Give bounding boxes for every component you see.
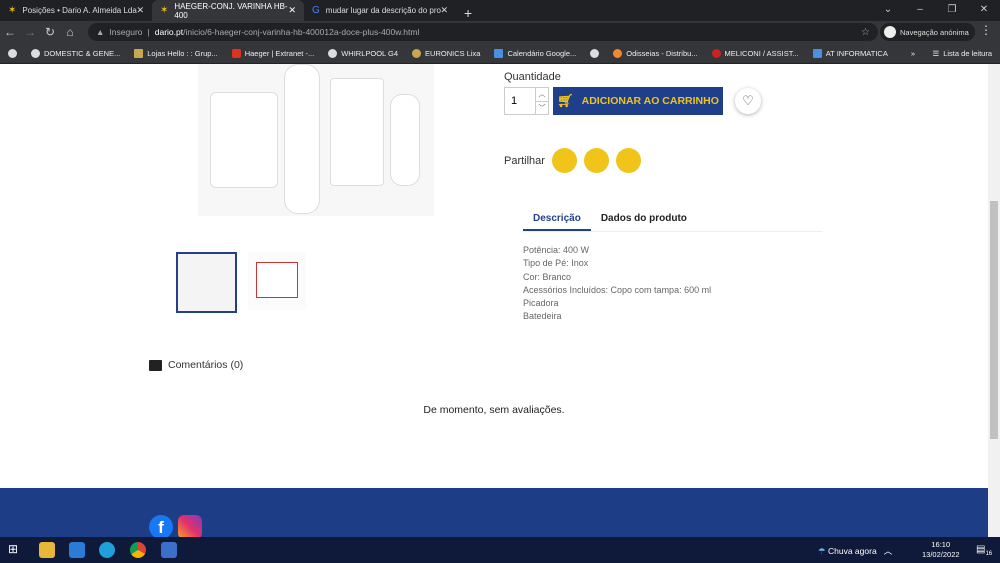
google-favicon-icon: G (312, 5, 320, 16)
app-icon[interactable] (161, 542, 177, 558)
quantity-stepper[interactable]: 1 ︿ ﹀ (504, 87, 549, 115)
scrollbar-thumb[interactable] (990, 201, 998, 439)
scrollbar[interactable] (988, 64, 1000, 537)
product-thumbnail[interactable] (248, 252, 306, 310)
tab-descricao[interactable]: Descrição (523, 208, 591, 231)
browser-toolbar: ← → ↻ ⌂ ▲ Inseguro | dario.pt/inicio/6-ha… (0, 21, 1000, 43)
edge-icon[interactable] (99, 542, 115, 558)
umbrella-icon: ☂ (818, 546, 826, 556)
share-pinterest-button[interactable] (615, 148, 641, 173)
browser-tab[interactable]: ✶ Posições • Dario A. Almeida Lda ✕ (0, 0, 152, 21)
bookmark[interactable]: MELICONI / ASSIST... (711, 48, 799, 58)
incognito-icon (884, 26, 896, 38)
bookmark-star-icon[interactable]: ☆ (861, 27, 870, 38)
menu-icon[interactable]: ⋮ (980, 23, 992, 37)
bookmark[interactable]: Odisseias - Distribu... (613, 48, 698, 58)
close-tab-icon[interactable]: ✕ (288, 5, 296, 16)
product-description: Potência: 400 W Tipo de Pé: Inox Cor: Br… (523, 245, 712, 322)
chrome-icon[interactable] (130, 542, 146, 558)
browser-tab-active[interactable]: ✶ HAEGER-CONJ. VARINHA HB-400 ✕ (152, 0, 304, 21)
bookmark[interactable]: AT INFORMATICA (812, 48, 888, 58)
bookmark[interactable]: Lojas Hello : : Grup... (134, 48, 218, 58)
close-tab-icon[interactable]: ✕ (136, 5, 144, 16)
share-twitter-button[interactable] (583, 148, 609, 173)
bookmarks-bar: DOMESTIC & GENE... Lojas Hello : : Grup.… (0, 43, 1000, 64)
bookmark[interactable]: WHIRLPOOL G4 (328, 48, 398, 58)
notifications-button[interactable]: ▤16 (976, 544, 992, 557)
browser-tab[interactable]: Gmudar lugar da descrição do pro ✕ (304, 0, 456, 21)
back-button[interactable]: ← (0, 25, 20, 39)
close-window-button[interactable]: ✕ (968, 0, 1000, 20)
no-reviews-text: De momento, sem avaliações. (423, 404, 565, 416)
tray-chevron-icon[interactable]: ︿ (884, 546, 893, 556)
reading-list-button[interactable]: ☰ Lista de leitura (932, 49, 992, 58)
minimize-button[interactable]: – (904, 0, 936, 20)
add-to-cart-button[interactable]: 🛒︎ ADICIONAR AO CARRINHO (553, 87, 723, 115)
quantity-label: Quantidade (504, 71, 561, 83)
comments-header: Comentários (0) (149, 359, 243, 371)
start-button[interactable]: ⊞ (8, 542, 24, 558)
warning-icon: ▲ (96, 27, 105, 37)
forward-button[interactable]: → (20, 25, 40, 39)
increment-icon[interactable]: ︿ (536, 88, 548, 101)
bookmark[interactable] (590, 48, 600, 58)
bookmark[interactable]: Haeger | Extranet -... (231, 48, 314, 58)
product-tabs: Descrição Dados do produto (523, 208, 823, 232)
share-facebook-button[interactable] (551, 148, 577, 173)
tab-dados-produto[interactable]: Dados do produto (591, 208, 697, 231)
site-footer: f (0, 488, 988, 539)
cart-icon: 🛒︎ (557, 93, 574, 108)
share-section: Partilhar (504, 148, 641, 173)
address-bar[interactable]: ▲ Inseguro | dario.pt/inicio/6-haeger-con… (88, 23, 878, 41)
home-button[interactable]: ⌂ (60, 25, 80, 39)
page-content: Quantidade 1 ︿ ﹀ 🛒︎ ADICIONAR AO CARRINHO … (0, 64, 988, 488)
product-thumbnail-active[interactable] (176, 252, 237, 313)
clock[interactable]: 16:10 13/02/2022 (922, 540, 960, 560)
tab-search-icon[interactable]: ⌄ (872, 0, 904, 20)
star-favicon-icon: ✶ (160, 5, 169, 16)
star-favicon-icon: ✶ (8, 5, 17, 16)
more-bookmarks-icon[interactable]: » (911, 49, 915, 58)
instagram-icon[interactable] (178, 515, 202, 539)
decrement-icon[interactable]: ﹀ (536, 101, 548, 115)
tab-strip: ✶ Posições • Dario A. Almeida Lda ✕ ✶ HAEGE… (0, 0, 1000, 21)
bookmark[interactable]: EURONICS Lixa (412, 48, 480, 58)
bookmark[interactable]: Calendário Google... (494, 48, 576, 58)
incognito-badge[interactable]: Navegação anónima (880, 23, 975, 41)
close-tab-icon[interactable]: ✕ (440, 5, 448, 16)
quantity-input[interactable]: 1 (505, 88, 535, 114)
new-tab-button[interactable]: + (456, 5, 480, 21)
comment-icon (149, 359, 162, 371)
restore-button[interactable]: ❐ (936, 0, 968, 20)
windows-taskbar: ⊞ ☂ Chuva agora ︿ 16:10 13/02/2022 ▤16 (0, 537, 1000, 563)
file-explorer-icon[interactable] (39, 542, 55, 558)
facebook-icon[interactable]: f (149, 515, 173, 539)
reload-button[interactable]: ↻ (40, 25, 60, 39)
apps-icon[interactable] (8, 48, 17, 58)
heart-icon: ♡ (742, 93, 754, 108)
mail-icon[interactable] (69, 542, 85, 558)
wishlist-button[interactable]: ♡ (735, 88, 761, 114)
bookmark[interactable]: DOMESTIC & GENE... (31, 48, 120, 58)
product-image[interactable] (198, 64, 434, 216)
weather-widget[interactable]: ☂ Chuva agora ︿ (818, 545, 892, 557)
